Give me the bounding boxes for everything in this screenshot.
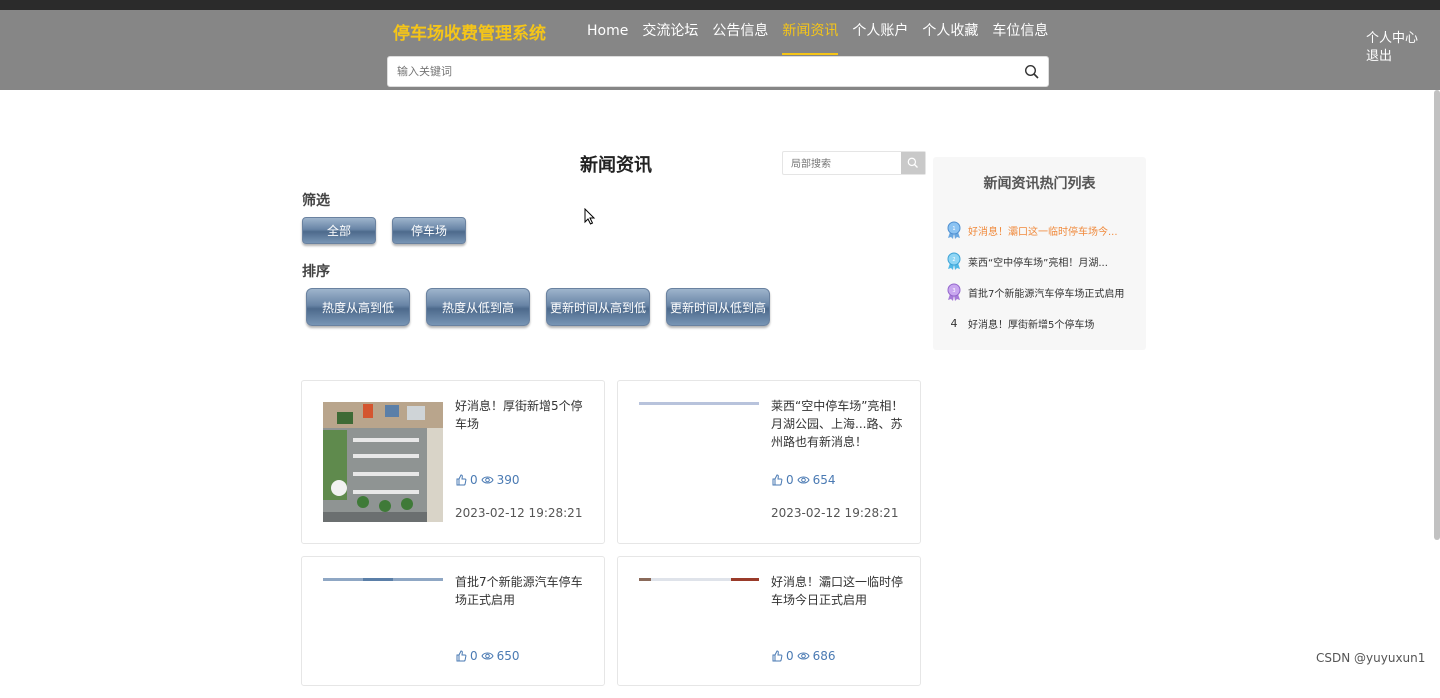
main-nav: Home 交流论坛 公告信息 新闻资讯 个人账户 个人收藏 车位信息 [580, 21, 1055, 55]
news-thumbnail[interactable] [639, 402, 759, 522]
news-stats: 0 390 [455, 473, 520, 487]
hot-rank-number: 2 [952, 257, 955, 263]
nav-parking-spaces[interactable]: 车位信息 [985, 21, 1055, 55]
sort-hot-asc-button[interactable]: 热度从低到高 [426, 288, 530, 326]
rank-medal-gold-icon: 1 [947, 221, 961, 239]
news-thumbnail[interactable] [323, 578, 443, 698]
like-count: 0 [786, 649, 794, 663]
sort-time-desc-button[interactable]: 更新时间从高到低 [546, 288, 650, 326]
news-thumbnail[interactable] [639, 578, 759, 698]
view-count: 390 [496, 473, 520, 487]
hot-rank-number: 3 [952, 288, 955, 294]
hot-rank-number: 1 [952, 226, 955, 232]
user-center-link[interactable]: 个人中心 [1366, 30, 1418, 48]
nav-forum[interactable]: 交流论坛 [635, 21, 705, 55]
hot-news-item[interactable]: 4 好消息！厚街新增5个停车场 [946, 313, 1141, 333]
site-brand[interactable]: 停车场收费管理系统 [393, 19, 546, 44]
nav-announcements[interactable]: 公告信息 [705, 21, 775, 55]
news-card[interactable]: 首批7个新能源汽车停车场正式启用 0 650 [301, 556, 605, 686]
local-search [782, 151, 926, 176]
news-thumbnail[interactable] [323, 402, 443, 522]
nav-news[interactable]: 新闻资讯 [775, 21, 845, 55]
news-card[interactable]: 好消息！灞口这一临时停车场今日正式启用 0 686 [617, 556, 921, 686]
eye-icon [481, 652, 494, 660]
sort-hot-desc-button[interactable]: 热度从高到低 [306, 288, 410, 326]
window-top-strip [0, 0, 1440, 10]
hot-news-text[interactable]: 莱西“空中停车场”亮相！月湖... [968, 254, 1108, 269]
like-count: 0 [786, 473, 794, 487]
news-title[interactable]: 好消息！厚街新增5个停车场 [455, 397, 590, 433]
hot-rank-number: 4 [950, 316, 958, 330]
like-count: 0 [470, 649, 478, 663]
thumbs-up-icon[interactable] [771, 650, 783, 662]
page-scrollbar[interactable] [1434, 90, 1440, 540]
sort-label: 排序 [302, 264, 330, 280]
view-count: 654 [812, 473, 836, 487]
view-count: 686 [812, 649, 836, 663]
filter-label: 筛选 [302, 193, 330, 209]
news-stats: 0 686 [771, 649, 836, 663]
news-card[interactable]: 莱西“空中停车场”亮相！月湖公园、上海...路、苏州路也有新消息！ 0 654 … [617, 380, 921, 544]
view-count: 650 [496, 649, 520, 663]
hot-news-item[interactable]: 3 首批7个新能源汽车停车场正式启用 [946, 282, 1141, 302]
thumbs-up-icon[interactable] [455, 650, 467, 662]
user-links: 个人中心 退出 [1366, 30, 1418, 66]
news-date: 2023-02-12 19:28:21 [771, 506, 899, 520]
news-title[interactable]: 好消息！灞口这一临时停车场今日正式启用 [771, 573, 906, 609]
hot-news-item[interactable]: 2 莱西“空中停车场”亮相！月湖... [946, 251, 1141, 271]
logout-link[interactable]: 退出 [1366, 48, 1418, 66]
eye-icon [481, 476, 494, 484]
filter-all-button[interactable]: 全部 [302, 217, 376, 244]
news-title[interactable]: 莱西“空中停车场”亮相！月湖公园、上海...路、苏州路也有新消息！ [771, 397, 906, 451]
hot-news-text[interactable]: 好消息！厚街新增5个停车场 [968, 316, 1094, 331]
page-title: 新闻资讯 [580, 155, 652, 176]
eye-icon [797, 652, 810, 660]
rank-medal-bronze-icon: 3 [947, 283, 961, 301]
sort-time-asc-button[interactable]: 更新时间从低到高 [666, 288, 770, 326]
search-icon[interactable] [1024, 64, 1040, 80]
search-icon [907, 157, 918, 168]
local-search-button[interactable] [901, 152, 925, 174]
thumbs-up-icon[interactable] [455, 474, 467, 486]
hot-news-title: 新闻资讯热门列表 [983, 176, 1096, 192]
news-card[interactable]: 好消息！厚街新增5个停车场 0 390 2023-02-12 19:28:21 [301, 380, 605, 544]
nav-home[interactable]: Home [580, 21, 635, 55]
rank-medal-silver-icon: 2 [947, 252, 961, 270]
filter-parking-button[interactable]: 停车场 [392, 217, 466, 244]
local-search-input[interactable] [783, 153, 901, 176]
nav-favorites[interactable]: 个人收藏 [915, 21, 985, 55]
hot-news-item[interactable]: 1 好消息！灞口这一临时停车场今... [946, 220, 1141, 240]
news-date: 2023-02-12 19:28:21 [455, 506, 583, 520]
mouse-cursor-icon [584, 208, 596, 225]
hot-news-text[interactable]: 好消息！灞口这一临时停车场今... [968, 223, 1118, 238]
site-header: 停车场收费管理系统 Home 交流论坛 公告信息 新闻资讯 个人账户 个人收藏 … [0, 10, 1440, 90]
nav-account[interactable]: 个人账户 [845, 21, 915, 55]
news-title[interactable]: 首批7个新能源汽车停车场正式启用 [455, 573, 590, 609]
hot-news-text[interactable]: 首批7个新能源汽车停车场正式启用 [968, 285, 1124, 300]
news-stats: 0 650 [455, 649, 520, 663]
thumbs-up-icon[interactable] [771, 474, 783, 486]
watermark: CSDN @yuyuxun1 [1316, 651, 1426, 665]
like-count: 0 [470, 473, 478, 487]
global-search [387, 56, 1049, 87]
hot-news-panel: 新闻资讯热门列表 1 好消息！灞口这一临时停车场今... 2 莱西“空中停车场”… [933, 157, 1146, 350]
eye-icon [797, 476, 810, 484]
news-stats: 0 654 [771, 473, 836, 487]
global-search-input[interactable] [388, 57, 988, 86]
